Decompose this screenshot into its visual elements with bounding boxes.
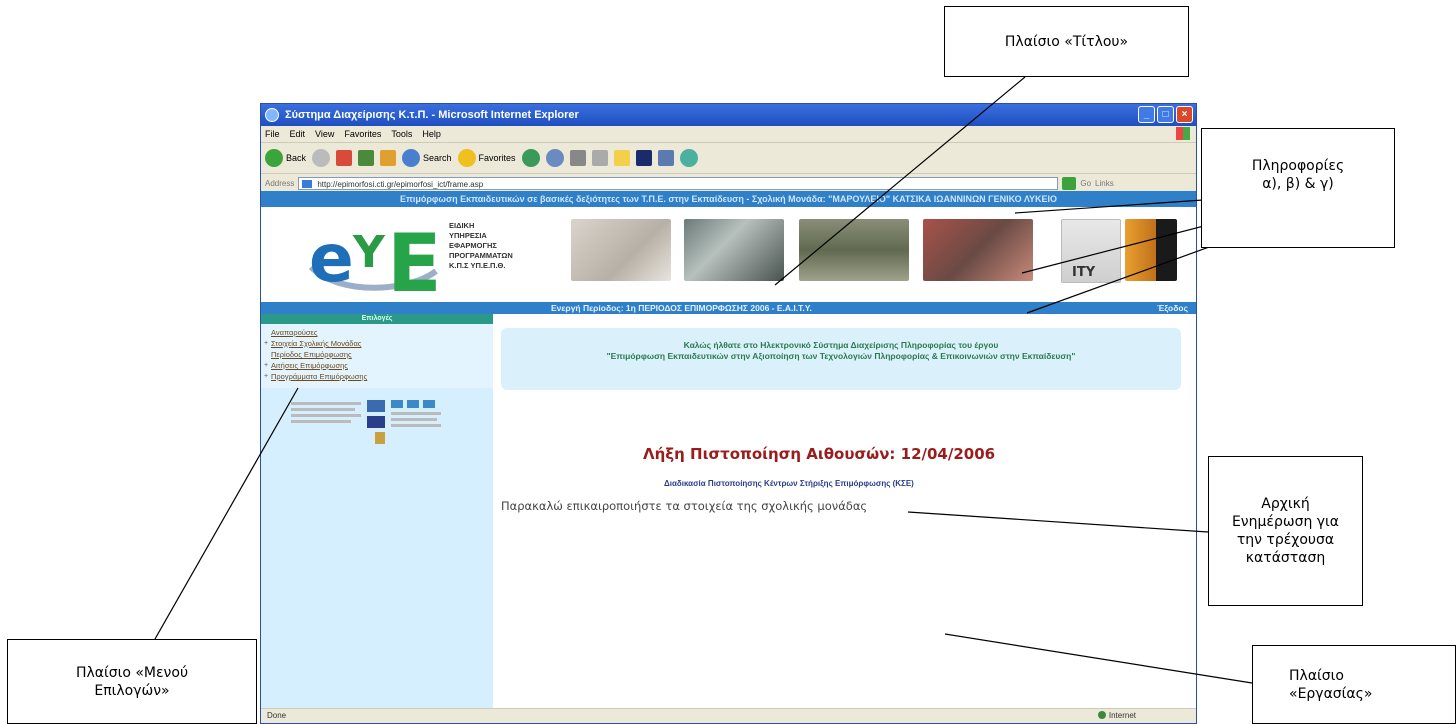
history-icon[interactable] bbox=[521, 149, 540, 167]
svg-text:e: e bbox=[309, 220, 354, 295]
back-button[interactable]: Back bbox=[265, 149, 306, 167]
windows-flag-icon bbox=[1176, 127, 1190, 140]
window-title: Σύστημα Διαχείρισης Κ.τ.Π. - Microsoft I… bbox=[285, 109, 579, 121]
go-label[interactable]: Go bbox=[1080, 179, 1091, 188]
stop-icon[interactable] bbox=[336, 150, 353, 166]
banner-photo-5 bbox=[1125, 219, 1177, 281]
status-bar: Done Internet bbox=[261, 708, 1196, 723]
menu-view[interactable]: View bbox=[315, 129, 334, 139]
star-icon bbox=[457, 149, 476, 167]
period-bar: Ενεργή Περίοδος: 1η ΠΕΡΙΟΔΟΣ ΕΠΙΜΟΡΦΩΣΗΣ… bbox=[261, 302, 1196, 314]
go-icon[interactable] bbox=[1062, 176, 1077, 190]
callout-menu-frame: Πλαίσιο «Μενού Επιλογών» bbox=[7, 639, 257, 724]
banner: e Y E ΕΙΔΙΚΗ ΥΠΗΡΕΣΙΑ ΕΦΑΡΜΟΓΗΣ ΠΡΟΓΡΑΜΜ… bbox=[261, 207, 1196, 303]
active-period: Ενεργή Περίοδος: 1η ΠΕΡΙΟΔΟΣ ΕΠΙΜΟΡΦΩΣΗΣ… bbox=[551, 303, 812, 313]
banner-photo-1 bbox=[571, 219, 671, 281]
banner-photo-2 bbox=[684, 219, 784, 281]
update-message: Παρακαλώ επικαιροποιήστε τα στοιχεία της… bbox=[501, 499, 868, 513]
menu-item-training-requests[interactable]: Αιτήσεις Επιμόρφωσης bbox=[264, 360, 489, 371]
back-arrow-icon bbox=[265, 149, 283, 167]
menu-item-training-period[interactable]: Περίοδος Επιμόρφωσης bbox=[265, 349, 489, 360]
address-label: Address bbox=[265, 178, 295, 188]
menu-favorites[interactable]: Favorites bbox=[344, 129, 381, 139]
links-label[interactable]: Links bbox=[1095, 179, 1114, 188]
address-input[interactable]: http://epimorfosi.cti.gr/epimorfosi_ict/… bbox=[298, 176, 1059, 190]
process-link[interactable]: Διαδικασία Πιστοποίησης Κέντρων Στήριξης… bbox=[664, 479, 914, 488]
welcome-box: Καλώς ήλθατε στο Ηλεκτρονικό Σύστημα Δια… bbox=[501, 328, 1181, 390]
work-area: Καλώς ήλθατε στο Ηλεκτρονικό Σύστημα Δια… bbox=[493, 314, 1196, 709]
menu-help[interactable]: Help bbox=[422, 129, 441, 139]
edit-icon[interactable] bbox=[591, 150, 608, 166]
refresh-icon[interactable] bbox=[358, 150, 375, 166]
close-button[interactable]: × bbox=[1176, 106, 1193, 123]
banner-photo-4 bbox=[923, 219, 1033, 281]
toolbar: Back Search Favorites bbox=[261, 143, 1196, 174]
home-icon[interactable] bbox=[380, 150, 397, 166]
banner-photo-3 bbox=[799, 219, 909, 281]
expiry-title: Λήξη Πιστοποίηση Αιθουσών: 12/04/2006 bbox=[643, 445, 996, 463]
logo-text: ΕΙΔΙΚΗ ΥΠΗΡΕΣΙΑ ΕΦΑΡΜΟΓΗΣ ΠΡΟΓΡΑΜΜΑΤΩΝ Κ… bbox=[449, 221, 513, 270]
options-menu: Αναπαρούσες Στοιχεία Σχολικής Μονάδας Πε… bbox=[261, 324, 493, 388]
menu-edit[interactable]: Edit bbox=[290, 129, 306, 139]
menu-item-training-programs[interactable]: Προγράμματα Επιμόρφωσης bbox=[264, 371, 489, 382]
menu-item-school-data[interactable]: Στοιχεία Σχολικής Μονάδας bbox=[264, 338, 489, 349]
messenger-icon[interactable] bbox=[657, 150, 674, 166]
search-button[interactable]: Search bbox=[402, 149, 452, 167]
callout-work-frame: Πλαίσιο «Εργασίας» bbox=[1252, 645, 1456, 724]
svg-text:Y: Y bbox=[352, 227, 386, 278]
ity-logo: ITY bbox=[1061, 219, 1121, 283]
sponsor-logos bbox=[291, 400, 441, 444]
menu-bar: File Edit View Favorites Tools Help bbox=[261, 126, 1196, 143]
menu-tools[interactable]: Tools bbox=[391, 129, 412, 139]
search-icon bbox=[402, 149, 421, 167]
eye-logo: e Y E bbox=[308, 217, 441, 295]
sidebar-heading: Επιλογές bbox=[261, 314, 493, 324]
sidebar: Επιλογές Αναπαρούσες Στοιχεία Σχολικής Μ… bbox=[261, 314, 493, 709]
h-icon[interactable] bbox=[635, 150, 652, 166]
web-page: Επιμόρφωση Εκπαιδευτικών σε βασικές δεξι… bbox=[261, 191, 1196, 709]
mail-icon[interactable] bbox=[545, 149, 564, 167]
minimize-button[interactable]: _ bbox=[1138, 106, 1155, 123]
ity-mark: ITY bbox=[1072, 265, 1096, 280]
callout-info: Πληροφορίες α), β) & γ) bbox=[1201, 128, 1395, 248]
menu-file[interactable]: File bbox=[265, 129, 280, 139]
exit-link[interactable]: Έξοδος bbox=[1157, 302, 1188, 314]
title-bar: Σύστημα Διαχείρισης Κ.τ.Π. - Microsoft I… bbox=[261, 104, 1196, 126]
browser-window: Σύστημα Διαχείρισης Κ.τ.Π. - Microsoft I… bbox=[260, 103, 1197, 724]
svg-text:ITY: ITY bbox=[1072, 265, 1096, 280]
callout-initial-update: Αρχική Ενημέρωση για την τρέχουσα κατάστ… bbox=[1208, 456, 1363, 606]
menu-item-announcements[interactable]: Αναπαρούσες bbox=[265, 327, 489, 338]
header-strip: Επιμόρφωση Εκπαιδευτικών σε βασικές δεξι… bbox=[261, 191, 1196, 207]
print-icon[interactable] bbox=[569, 150, 586, 166]
research-icon[interactable] bbox=[679, 149, 698, 167]
callout-title-frame: Πλαίσιο «Τίτλου» bbox=[944, 6, 1189, 77]
status-zone: Internet bbox=[1098, 709, 1136, 723]
status-done: Done bbox=[267, 711, 287, 720]
svg-text:E: E bbox=[387, 217, 441, 295]
favorites-button[interactable]: Favorites bbox=[457, 149, 516, 167]
ie-icon bbox=[265, 108, 279, 122]
folder-icon[interactable] bbox=[613, 150, 630, 166]
maximize-button[interactable]: □ bbox=[1157, 106, 1174, 123]
forward-arrow-icon[interactable] bbox=[312, 149, 331, 167]
